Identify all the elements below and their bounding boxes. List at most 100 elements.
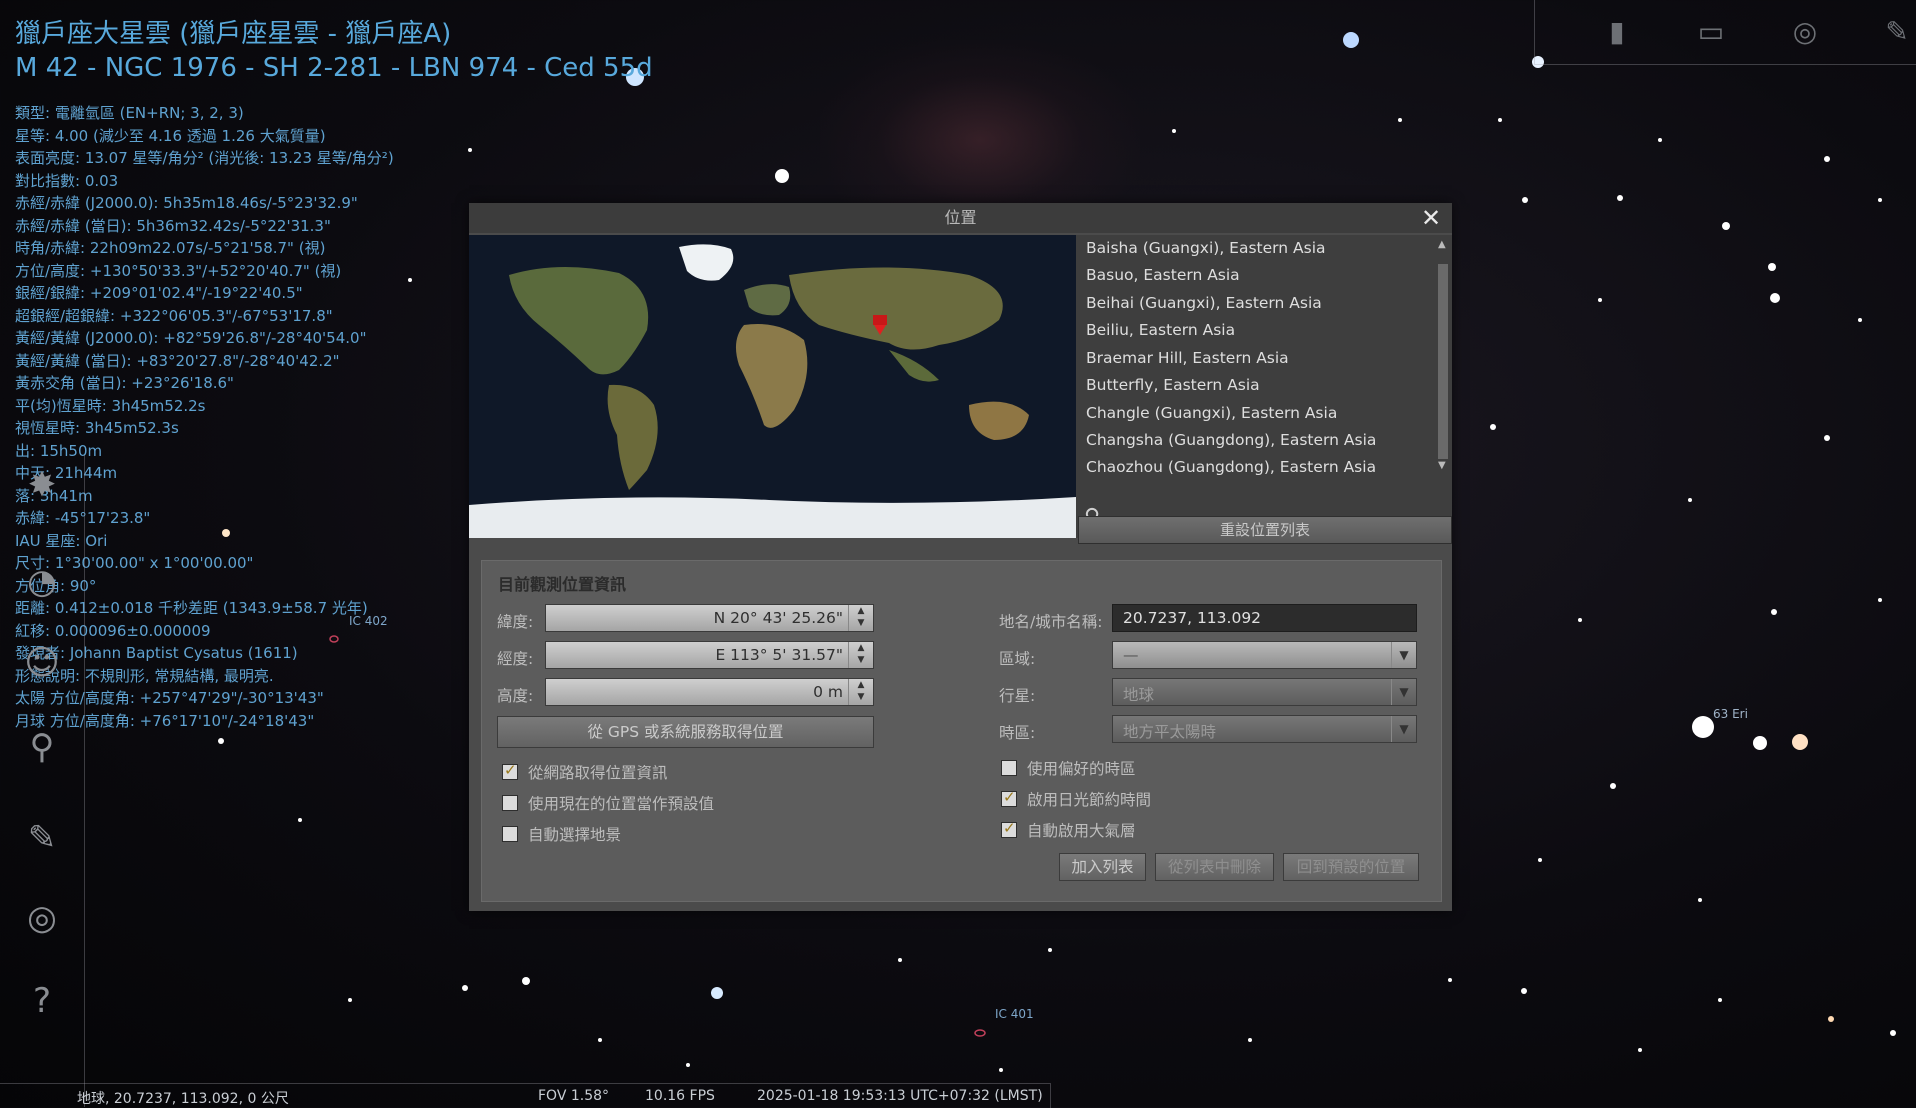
latitude-value: N 20° 43' 25.26" bbox=[713, 609, 843, 627]
location-list[interactable]: Baisha (Guangxi), Eastern Asia Basuo, Ea… bbox=[1076, 235, 1452, 538]
altitude-label: 高度: bbox=[497, 687, 534, 705]
info-line: 赤經/赤緯 (J2000.0): 5h35m18.46s/-5°23'32.9" bbox=[15, 194, 358, 212]
location-list-item[interactable]: Beiliu, Eastern Asia bbox=[1086, 321, 1235, 339]
status-location: 地球, 20.7237, 113.092, 0 公尺 bbox=[77, 1091, 289, 1107]
sky-view-icon[interactable]: ☺ bbox=[14, 635, 70, 691]
info-line: 視恆星時: 3h45m52.3s bbox=[15, 419, 179, 437]
world-map[interactable] bbox=[469, 235, 1076, 538]
date-time-icon[interactable]: ◔ bbox=[14, 554, 70, 610]
wrench-icon[interactable]: ✎ bbox=[1877, 12, 1916, 52]
info-line: 銀經/銀緯: +209°01'02.4"/-19°22'40.5" bbox=[15, 284, 303, 302]
spin-arrows-icon[interactable]: ▲ ▼ bbox=[848, 605, 873, 631]
info-line: 時角/赤緯: 22h09m22.07s/-5°21'58.7" (視) bbox=[15, 239, 326, 257]
location-list-item[interactable]: Chaozhou (Guangdong), Eastern Asia bbox=[1086, 458, 1376, 476]
latitude-label: 緯度: bbox=[497, 613, 534, 631]
longitude-label: 經度: bbox=[497, 650, 534, 668]
astro-calc-icon[interactable]: ◎ bbox=[14, 890, 70, 946]
panel-title: 目前觀測位置資訊 bbox=[498, 575, 627, 594]
checkbox-default[interactable] bbox=[502, 795, 518, 811]
top-toolbar: ▮ ▭ ◎ ✎ bbox=[1534, 0, 1916, 65]
checkbox-network[interactable] bbox=[502, 761, 518, 780]
checkbox-label: 啟用日光節約時間 bbox=[1027, 791, 1152, 809]
checkbox-landscape[interactable] bbox=[502, 826, 518, 842]
cylinder-icon[interactable]: ▮ bbox=[1597, 12, 1637, 52]
close-icon[interactable]: ✕ bbox=[1418, 205, 1444, 231]
get-location-from-network-checkbox[interactable]: 從網路取得位置資訊 bbox=[502, 761, 668, 783]
checkbox-label: 使用偏好的時區 bbox=[1027, 760, 1136, 778]
location-list-item[interactable]: Baisha (Guangxi), Eastern Asia bbox=[1086, 239, 1326, 257]
info-line: 黃經/黃緯 (當日): +83°20'27.8"/-28°40'42.2" bbox=[15, 351, 340, 370]
region-label: 區域: bbox=[999, 650, 1036, 668]
target-icon[interactable]: ◎ bbox=[1785, 12, 1825, 52]
info-line: 星等: 4.00 (減少至 4.16 透過 1.26 大氣質量) bbox=[15, 126, 326, 145]
timezone-value: 地方平太陽時 bbox=[1123, 723, 1217, 741]
info-line: 方位/高度: +130°50'33.3"/+52°20'40.7" (視) bbox=[15, 261, 342, 280]
status-fps: 10.16 FPS bbox=[645, 1088, 715, 1104]
spin-arrows-icon[interactable]: ▲ ▼ bbox=[848, 642, 873, 668]
spin-arrows-icon[interactable]: ▲ ▼ bbox=[848, 679, 873, 705]
planet-select[interactable]: 地球 ▼ bbox=[1112, 678, 1417, 706]
add-to-list-button[interactable]: 加入列表 bbox=[1059, 853, 1146, 881]
latitude-spinbox[interactable]: N 20° 43' 25.26" ▲ ▼ bbox=[545, 604, 874, 632]
label-63-eri: 63 Eri bbox=[1713, 707, 1748, 721]
label-ic402: IC 402 bbox=[349, 614, 388, 628]
search-window-icon[interactable]: ⚲ bbox=[14, 719, 70, 775]
remove-from-list-button[interactable]: 從列表中刪除 bbox=[1155, 853, 1274, 881]
location-list-item[interactable]: Changle (Guangxi), Eastern Asia bbox=[1086, 404, 1337, 422]
list-scrollbar[interactable]: ▲ ▼ bbox=[1436, 239, 1450, 471]
info-line: 黃赤交角 (當日): +23°26'18.6" bbox=[15, 374, 234, 392]
location-list-item[interactable]: Butterfly, Eastern Asia bbox=[1086, 376, 1260, 394]
object-identifiers: M 42 - NGC 1976 - SH 2-281 - LBN 974 - C… bbox=[15, 53, 653, 83]
place-name-label: 地名/城市名稱: bbox=[999, 613, 1103, 631]
configuration-icon[interactable]: ✎ bbox=[14, 810, 70, 866]
object-title: 獵戶座大星雲 (獵戶座星雲 - 獵戶座A) bbox=[15, 19, 452, 49]
status-datetime: 2025-01-18 19:53:13 UTC+07:32 (LMST) bbox=[757, 1088, 1043, 1104]
chevron-down-icon[interactable]: ▼ bbox=[1391, 679, 1416, 705]
location-list-item[interactable]: Braemar Hill, Eastern Asia bbox=[1086, 349, 1289, 367]
world-map-graphic bbox=[469, 235, 1076, 538]
timezone-select[interactable]: 地方平太陽時 ▼ bbox=[1112, 715, 1417, 743]
location-list-item[interactable]: Changsha (Guangdong), Eastern Asia bbox=[1086, 431, 1376, 449]
checkbox-label: 自動啟用大氣層 bbox=[1027, 822, 1136, 840]
checkbox-pref-tz[interactable] bbox=[1001, 760, 1017, 776]
help-icon[interactable]: ? bbox=[14, 973, 70, 1029]
chevron-down-icon[interactable]: ▼ bbox=[1391, 716, 1416, 742]
location-window-icon[interactable]: ✸ bbox=[14, 457, 70, 513]
location-list-item[interactable]: Basuo, Eastern Asia bbox=[1086, 266, 1240, 284]
altitude-spinbox[interactable]: 0 m ▲ ▼ bbox=[545, 678, 874, 706]
info-line: 表面亮度: 13.07 星等/角分² (消光後: 13.23 星等/角分²) bbox=[15, 149, 394, 167]
auto-landscape-checkbox[interactable]: 自動選擇地景 bbox=[502, 823, 621, 845]
planet-value: 地球 bbox=[1123, 686, 1155, 704]
checkbox-atmo[interactable] bbox=[1001, 819, 1017, 838]
preferred-timezone-checkbox[interactable]: 使用偏好的時區 bbox=[1001, 757, 1136, 779]
longitude-value: E 113° 5' 31.57" bbox=[715, 646, 843, 664]
reset-location-list-button[interactable]: 重設位置列表 bbox=[1078, 516, 1452, 544]
screen-icon[interactable]: ▭ bbox=[1691, 12, 1731, 52]
dst-checkbox[interactable]: 啟用日光節約時間 bbox=[1001, 788, 1151, 810]
use-as-default-checkbox[interactable]: 使用現在的位置當作預設值 bbox=[502, 792, 714, 814]
status-fov: FOV 1.58° bbox=[538, 1088, 610, 1104]
chevron-down-icon[interactable]: ▼ bbox=[1391, 642, 1416, 668]
checkbox-dst[interactable] bbox=[1001, 788, 1017, 807]
status-bar: 地球, 20.7237, 113.092, 0 公尺 FOV 1.58° 10.… bbox=[0, 1083, 1051, 1108]
info-line: 對比指數: 0.03 bbox=[15, 171, 119, 190]
restore-default-location-button[interactable]: 回到預設的位置 bbox=[1283, 853, 1419, 881]
info-line: 類型: 電離氫區 (EN+RN; 3, 2, 3) bbox=[15, 104, 244, 122]
place-name-input[interactable]: 20.7237, 113.092 bbox=[1112, 604, 1417, 632]
info-line: 赤經/赤緯 (當日): 5h36m32.42s/-5°22'31.3" bbox=[15, 216, 331, 235]
left-toolbar: ✸ ◔ ☺ ⚲ ✎ ◎ ? bbox=[0, 455, 85, 1107]
dialog-title[interactable]: 位置 bbox=[469, 203, 1452, 233]
location-dialog: 位置 ✕ Baisha (Guangxi), Eastern Asia Basu… bbox=[469, 203, 1452, 911]
altitude-value: 0 m bbox=[813, 683, 843, 701]
gps-location-button[interactable]: 從 GPS 或系統服務取得位置 bbox=[497, 716, 874, 748]
planet-label: 行星: bbox=[999, 687, 1036, 705]
label-ic401: IC 401 bbox=[995, 1007, 1034, 1021]
auto-atmosphere-checkbox[interactable]: 自動啟用大氣層 bbox=[1001, 819, 1136, 841]
location-list-item[interactable]: Beihai (Guangxi), Eastern Asia bbox=[1086, 294, 1322, 312]
longitude-spinbox[interactable]: E 113° 5' 31.57" ▲ ▼ bbox=[545, 641, 874, 669]
region-select[interactable]: — ▼ bbox=[1112, 641, 1417, 669]
timezone-label: 時區: bbox=[999, 724, 1036, 742]
scrollbar-thumb[interactable] bbox=[1438, 264, 1448, 459]
checkbox-label: 自動選擇地景 bbox=[528, 826, 622, 844]
checkbox-label: 使用現在的位置當作預設值 bbox=[528, 795, 715, 813]
